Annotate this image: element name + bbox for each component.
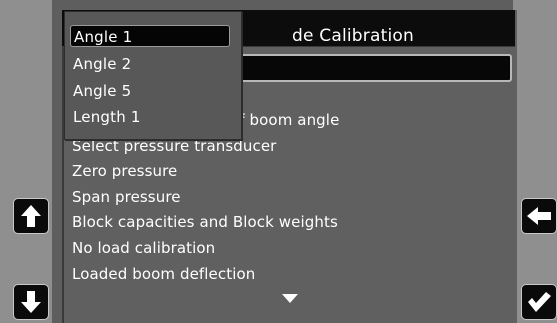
left-button-rail: [0, 0, 52, 323]
menu-item-loaded-boom-deflection[interactable]: Loaded boom deflection: [72, 262, 339, 288]
dropdown-option-angle-5[interactable]: Angle 5: [73, 81, 131, 101]
checkmark-icon: [528, 292, 551, 312]
arrow-left-icon: [527, 207, 551, 225]
back-button[interactable]: [521, 198, 557, 234]
scroll-up-button[interactable]: [13, 198, 49, 234]
arrow-down-icon: [21, 291, 41, 313]
arrow-up-icon: [21, 205, 41, 227]
right-button-rail: [513, 0, 557, 323]
dropdown-option-angle-1[interactable]: Angle 1: [70, 25, 230, 47]
menu-item-no-load-calibration[interactable]: No load calibration: [72, 236, 339, 262]
menu-item-span-pressure[interactable]: Span pressure: [72, 185, 339, 211]
dropdown-option-angle-2[interactable]: Angle 2: [73, 54, 131, 74]
scroll-down-indicator-icon: [282, 294, 298, 303]
menu-item-zero-pressure[interactable]: Zero pressure: [72, 159, 339, 185]
sensor-select-field[interactable]: [234, 54, 512, 82]
screen-title: de Calibration: [292, 26, 414, 46]
sensor-dropdown[interactable]: Angle 1 Angle 2 Angle 5 Length 1: [64, 11, 242, 140]
confirm-button[interactable]: [521, 284, 557, 320]
dropdown-option-length-1[interactable]: Length 1: [73, 107, 141, 127]
scroll-down-button[interactable]: [13, 284, 49, 320]
menu-item-block-capacities[interactable]: Block capacities and Block weights: [72, 210, 339, 236]
